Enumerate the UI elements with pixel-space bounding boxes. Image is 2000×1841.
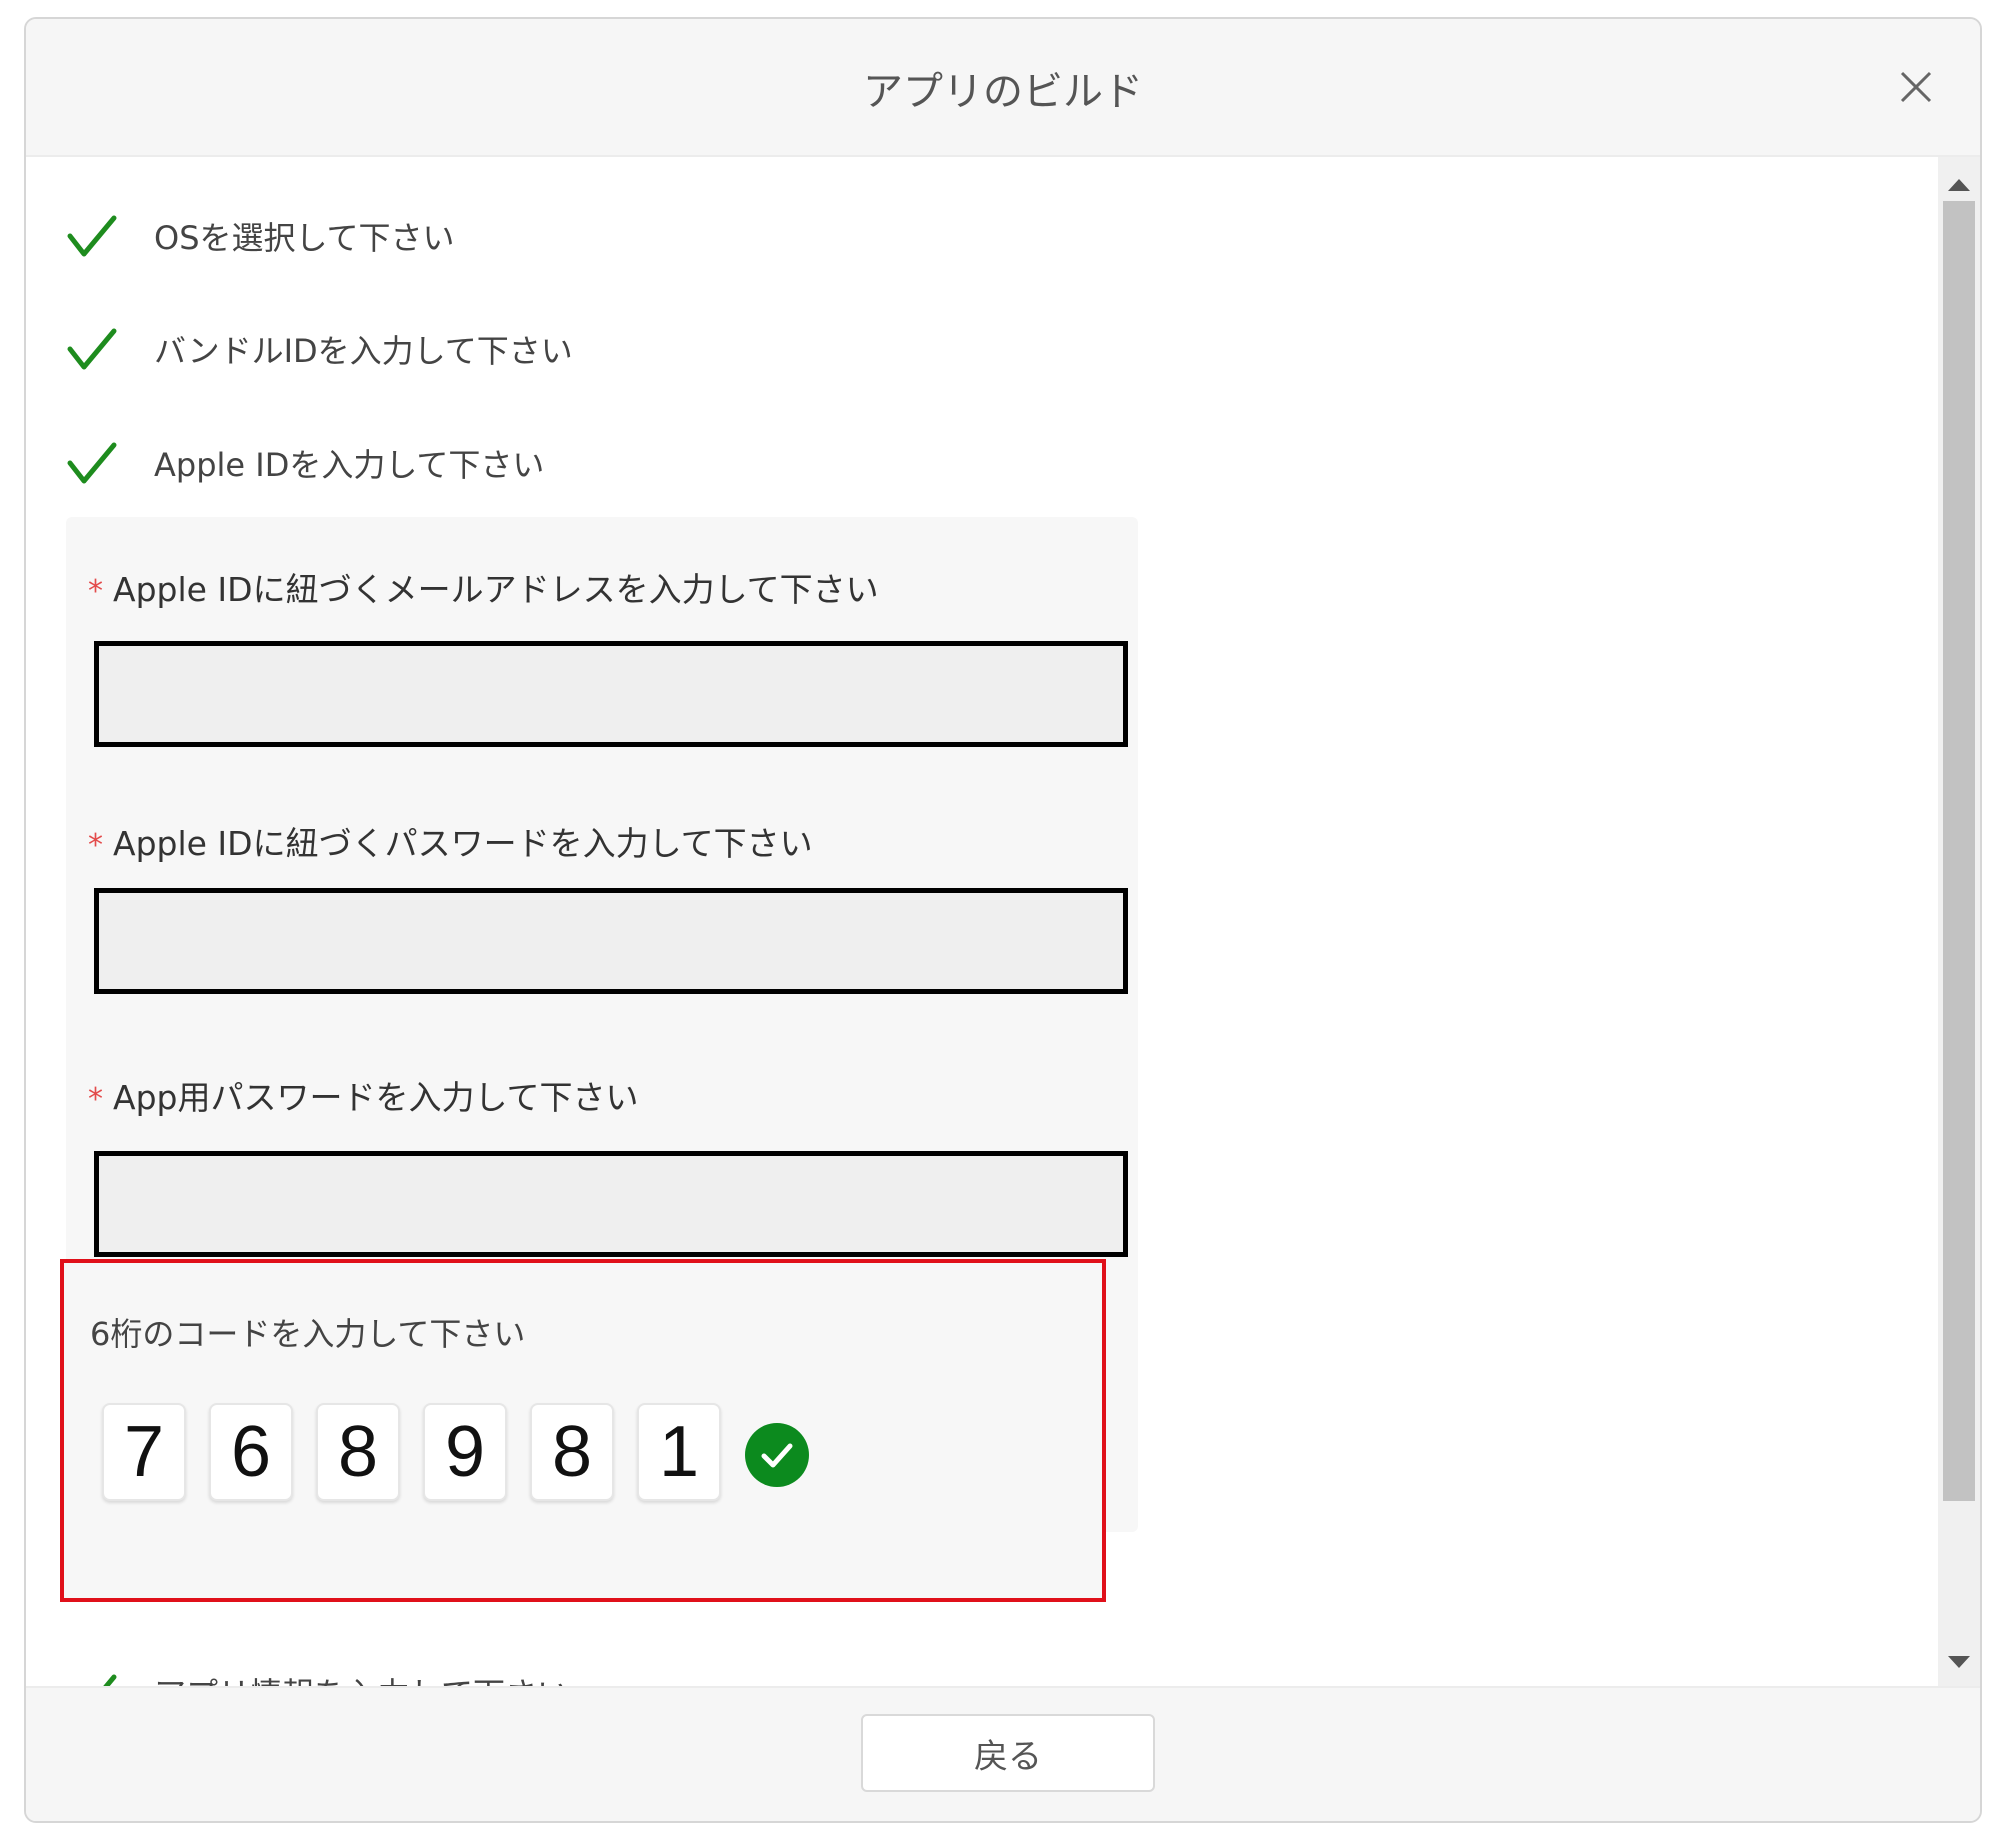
app-password-field[interactable]: [94, 1151, 1128, 1257]
code-digit-6[interactable]: 1: [637, 1403, 721, 1501]
verification-code-section: 6桁のコードを入力して下さい 7 6 8 9 8 1: [60, 1259, 1106, 1602]
code-digit-3[interactable]: 8: [316, 1403, 400, 1501]
code-digit-4[interactable]: 9: [423, 1403, 507, 1501]
email-label: * Apple IDに紐づくメールアドレスを入力して下さい: [88, 570, 879, 609]
scrollbar[interactable]: [1938, 157, 1980, 1690]
check-circle-icon: [745, 1423, 809, 1487]
step-bundle-id: バンドルIDを入力して下さい: [66, 319, 573, 379]
dialog-body: OSを選択して下さい バンドルIDを入力して下さい Apple IDを入力して下…: [26, 157, 1942, 1690]
close-icon[interactable]: [1896, 67, 1936, 107]
scroll-up-arrow-icon[interactable]: [1948, 179, 1970, 191]
step-label: Apple IDを入力して下さい: [154, 446, 545, 484]
code-digit-1[interactable]: 7: [102, 1403, 186, 1501]
app-password-label: * App用パスワードを入力して下さい: [88, 1078, 639, 1117]
required-mark: *: [88, 828, 103, 863]
build-app-dialog: アプリのビルド OSを選択して下さい バンドルIDを入力して下さい Apple …: [24, 17, 1982, 1823]
scroll-down-arrow-icon[interactable]: [1948, 1656, 1970, 1668]
password-field[interactable]: [94, 888, 1128, 994]
email-field[interactable]: [94, 641, 1128, 747]
dialog-title: アプリのビルド: [863, 69, 1143, 115]
dialog-footer: 戻る: [26, 1686, 1980, 1821]
dialog-header: アプリのビルド: [26, 19, 1980, 157]
check-icon: [67, 442, 117, 484]
step-label: バンドルIDを入力して下さい: [154, 332, 573, 370]
step-apple-id: Apple IDを入力して下さい: [66, 433, 544, 493]
check-icon: [67, 215, 117, 257]
scroll-thumb[interactable]: [1943, 201, 1975, 1501]
password-label: * Apple IDに紐づくパスワードを入力して下さい: [88, 824, 813, 863]
back-button[interactable]: 戻る: [861, 1714, 1155, 1792]
required-mark: *: [88, 574, 103, 609]
code-digit-5[interactable]: 8: [530, 1403, 614, 1501]
step-os: OSを選択して下さい: [66, 206, 455, 266]
required-mark: *: [88, 1082, 103, 1117]
code-label: 6桁のコードを入力して下さい: [90, 1315, 526, 1353]
code-digits: 7 6 8 9 8 1: [102, 1403, 810, 1501]
code-digit-2[interactable]: 6: [209, 1403, 293, 1501]
check-icon: [67, 328, 117, 370]
step-label: OSを選択して下さい: [154, 219, 455, 257]
